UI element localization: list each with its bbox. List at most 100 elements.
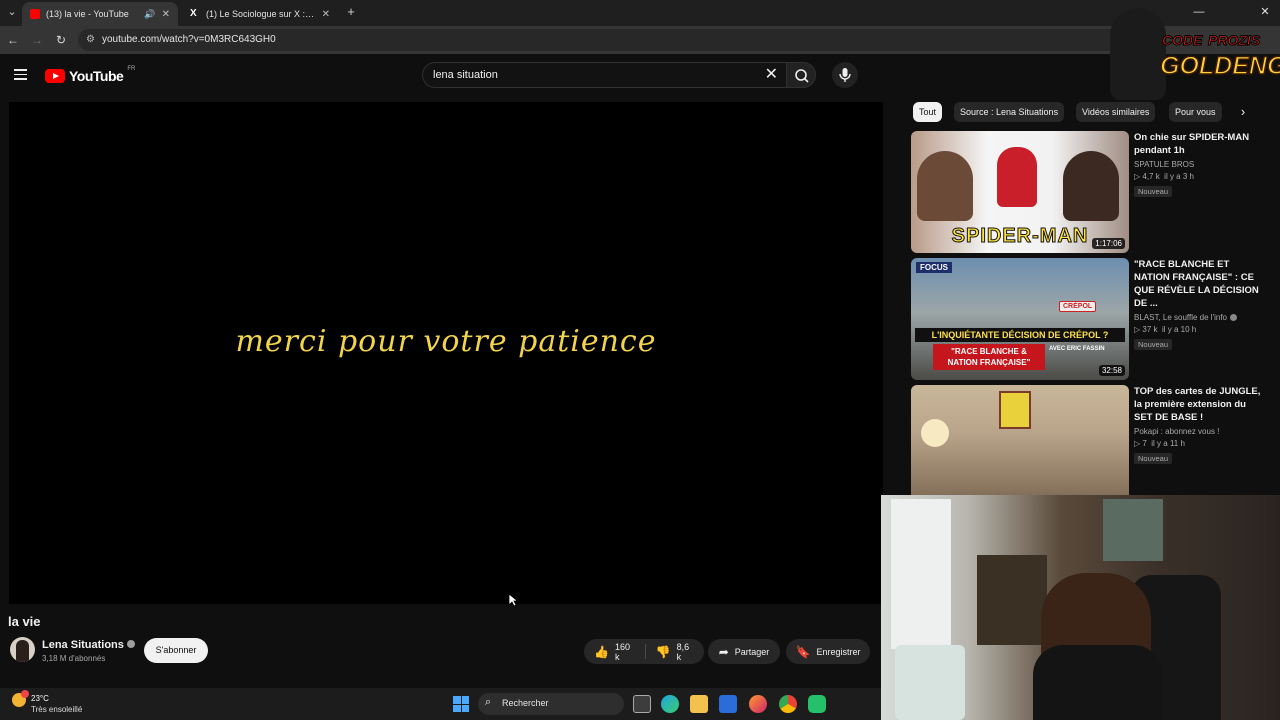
chip-source[interactable]: Source : Lena Situations bbox=[954, 102, 1065, 122]
x-favicon-icon: X bbox=[190, 8, 197, 19]
view-count: 4,7 k bbox=[1142, 172, 1160, 181]
tab-x[interactable]: X (1) Le Sociologue sur X : "Tu m ✕ bbox=[182, 2, 338, 26]
related-video-channel[interactable]: Pokapi : abonnez vous ! bbox=[1134, 427, 1264, 436]
logo-figure bbox=[1110, 8, 1166, 100]
chrome-icon[interactable] bbox=[779, 695, 797, 713]
webcam-poster bbox=[1103, 499, 1163, 561]
related-video-meta: ▷ 7 il y a 11 h bbox=[1134, 439, 1185, 448]
search-input[interactable]: lena situation ✕ bbox=[422, 62, 786, 88]
view-count: 37 k bbox=[1142, 325, 1158, 334]
share-icon: ➦ bbox=[718, 644, 729, 659]
thumbnail-focus-tag: FOCUS bbox=[916, 262, 952, 273]
video-player[interactable]: merci pour votre patience bbox=[9, 102, 883, 604]
related-video-channel[interactable]: SPATULE BROS bbox=[1134, 160, 1264, 169]
video-duration: 32:58 bbox=[1098, 365, 1125, 376]
thumbnail-poster bbox=[999, 391, 1031, 429]
thumbs-down-icon: 👎 bbox=[655, 644, 671, 659]
video-thumbnail[interactable] bbox=[911, 385, 1129, 507]
webcam-shelf bbox=[977, 555, 1047, 645]
related-video-meta: ▷ 37 k il y a 10 h bbox=[1134, 325, 1197, 334]
logo-text: YouTube bbox=[69, 68, 124, 84]
search-icon: ⌕ bbox=[485, 696, 492, 708]
dislike-count: 8,6 k bbox=[676, 641, 690, 662]
thumbnail-person bbox=[917, 151, 973, 221]
thumbnail-red-banner: "RACE BLANCHE & NATION FRANÇAISE" bbox=[933, 344, 1045, 370]
tab-title: (13) la vie - YouTube bbox=[46, 9, 129, 19]
related-video-title[interactable]: "RACE BLANCHE ET NATION FRANÇAISE" : CE … bbox=[1134, 258, 1264, 310]
video-info: TOP des cartes de JUNGLE, la première ex… bbox=[1134, 385, 1264, 466]
firefox-icon[interactable] bbox=[749, 695, 767, 713]
app-icon[interactable] bbox=[808, 695, 826, 713]
related-video[interactable]: FOCUS CRÉPOL L'INQUIÉTANTE DÉCISION DE C… bbox=[911, 258, 1271, 380]
edge-icon[interactable] bbox=[661, 695, 679, 713]
video-duration: 1:17:06 bbox=[1092, 238, 1125, 249]
clear-search-icon[interactable]: ✕ bbox=[765, 65, 778, 85]
channel-text: BLAST, Le souffle de l'info bbox=[1134, 313, 1227, 322]
logo-line-1-text: CODE bbox=[1161, 32, 1203, 49]
search-button[interactable] bbox=[786, 62, 816, 88]
windows-start-icon[interactable] bbox=[453, 696, 469, 712]
chip-all[interactable]: Tout bbox=[913, 102, 943, 122]
close-tab-icon[interactable]: ✕ bbox=[322, 9, 330, 20]
tab-youtube[interactable]: (13) la vie - YouTube 🔊 ✕ bbox=[22, 2, 178, 26]
dislike-button[interactable]: 👎 8,6 k bbox=[646, 639, 704, 664]
verified-icon bbox=[126, 640, 135, 648]
reload-icon[interactable]: ↻ bbox=[53, 32, 69, 48]
chip-for-you[interactable]: Pour vous bbox=[1169, 102, 1222, 122]
forward-icon[interactable]: → bbox=[29, 32, 45, 48]
back-icon[interactable]: ← bbox=[5, 32, 21, 48]
taskbar-search[interactable]: ⌕ Rechercher bbox=[478, 693, 624, 715]
video-thumbnail[interactable]: SPIDER-MAN 1:17:06 bbox=[911, 131, 1129, 253]
menu-icon[interactable] bbox=[14, 69, 27, 80]
subscriber-count: 3,18 M d'abonnés bbox=[42, 654, 106, 663]
webcam-window bbox=[891, 499, 951, 649]
close-tab-icon[interactable]: ✕ bbox=[162, 9, 170, 20]
related-video-channel[interactable]: BLAST, Le souffle de l'info bbox=[1134, 313, 1264, 322]
file-explorer-icon[interactable] bbox=[690, 695, 708, 713]
store-icon[interactable] bbox=[719, 695, 737, 713]
address-bar-row: ← → ↻ ⚙ youtube.com/watch?v=0M3RC643GH0 bbox=[0, 26, 1280, 54]
related-video[interactable]: TOP des cartes de JUNGLE, la première ex… bbox=[911, 385, 1271, 507]
address-bar[interactable]: ⚙ youtube.com/watch?v=0M3RC643GH0 bbox=[78, 29, 1128, 51]
thumbs-up-icon: 👍 bbox=[594, 644, 609, 659]
like-dislike-group: 👍 160 k 👎 8,6 k bbox=[584, 639, 704, 664]
weather-icon[interactable] bbox=[12, 690, 29, 707]
related-video-title[interactable]: On chie sur SPIDER-MAN pendant 1h bbox=[1134, 131, 1264, 157]
video-thumbnail[interactable]: FOCUS CRÉPOL L'INQUIÉTANTE DÉCISION DE C… bbox=[911, 258, 1129, 380]
chevron-right-icon[interactable]: › bbox=[1236, 103, 1250, 121]
task-view-icon[interactable] bbox=[633, 695, 651, 713]
weather-condition[interactable]: Très ensoleillé bbox=[31, 705, 82, 714]
site-info-icon[interactable]: ⚙ bbox=[86, 34, 95, 45]
video-title: la vie bbox=[8, 614, 41, 629]
webcam-overlay bbox=[881, 495, 1280, 720]
webcam-shirt bbox=[1033, 645, 1163, 720]
youtube-logo[interactable]: YouTube FR bbox=[45, 66, 135, 84]
channel-avatar[interactable] bbox=[10, 637, 35, 662]
search-icon bbox=[795, 69, 809, 83]
bookmark-icon: 🔖 bbox=[795, 644, 811, 659]
chip-similar[interactable]: Vidéos similaires bbox=[1076, 102, 1156, 122]
search-query: lena situation bbox=[433, 69, 498, 81]
related-video-title[interactable]: TOP des cartes de JUNGLE, la première ex… bbox=[1134, 385, 1264, 424]
new-badge: Nouveau bbox=[1134, 186, 1173, 197]
browser-tab-bar: ⌄ (13) la vie - YouTube 🔊 ✕ X (1) Le Soc… bbox=[0, 0, 1280, 26]
related-video[interactable]: SPIDER-MAN 1:17:06 On chie sur SPIDER-MA… bbox=[911, 131, 1271, 253]
youtube-header: YouTube FR lena situation ✕ bbox=[0, 54, 1280, 98]
like-button[interactable]: 👍 160 k bbox=[584, 639, 645, 664]
filter-chips: Tout Source : Lena Situations Vidéos sim… bbox=[911, 102, 1251, 122]
windows-taskbar: 23°C Très ensoleillé ⌕ Rechercher bbox=[0, 688, 881, 720]
speaker-icon[interactable]: 🔊 bbox=[144, 9, 155, 20]
voice-search-button[interactable] bbox=[832, 62, 858, 88]
save-button[interactable]: 🔖 Enregistrer bbox=[786, 639, 870, 664]
logo-line-1b-text: PROZIS bbox=[1208, 32, 1261, 49]
logo-line-2: GOLDENG bbox=[1159, 51, 1280, 81]
mouse-cursor-icon bbox=[508, 593, 518, 607]
thumbnail-lamp bbox=[921, 419, 949, 447]
weather-temperature[interactable]: 23°C bbox=[31, 694, 49, 703]
subscribe-button[interactable]: S'abonner bbox=[144, 638, 208, 663]
channel-name[interactable]: Lena Situations bbox=[42, 639, 135, 651]
new-tab-button[interactable]: + bbox=[343, 4, 359, 20]
tab-list-icon[interactable]: ⌄ bbox=[4, 4, 20, 20]
video-info: "RACE BLANCHE ET NATION FRANÇAISE" : CE … bbox=[1134, 258, 1264, 352]
share-button[interactable]: ➦ Partager bbox=[708, 639, 780, 664]
